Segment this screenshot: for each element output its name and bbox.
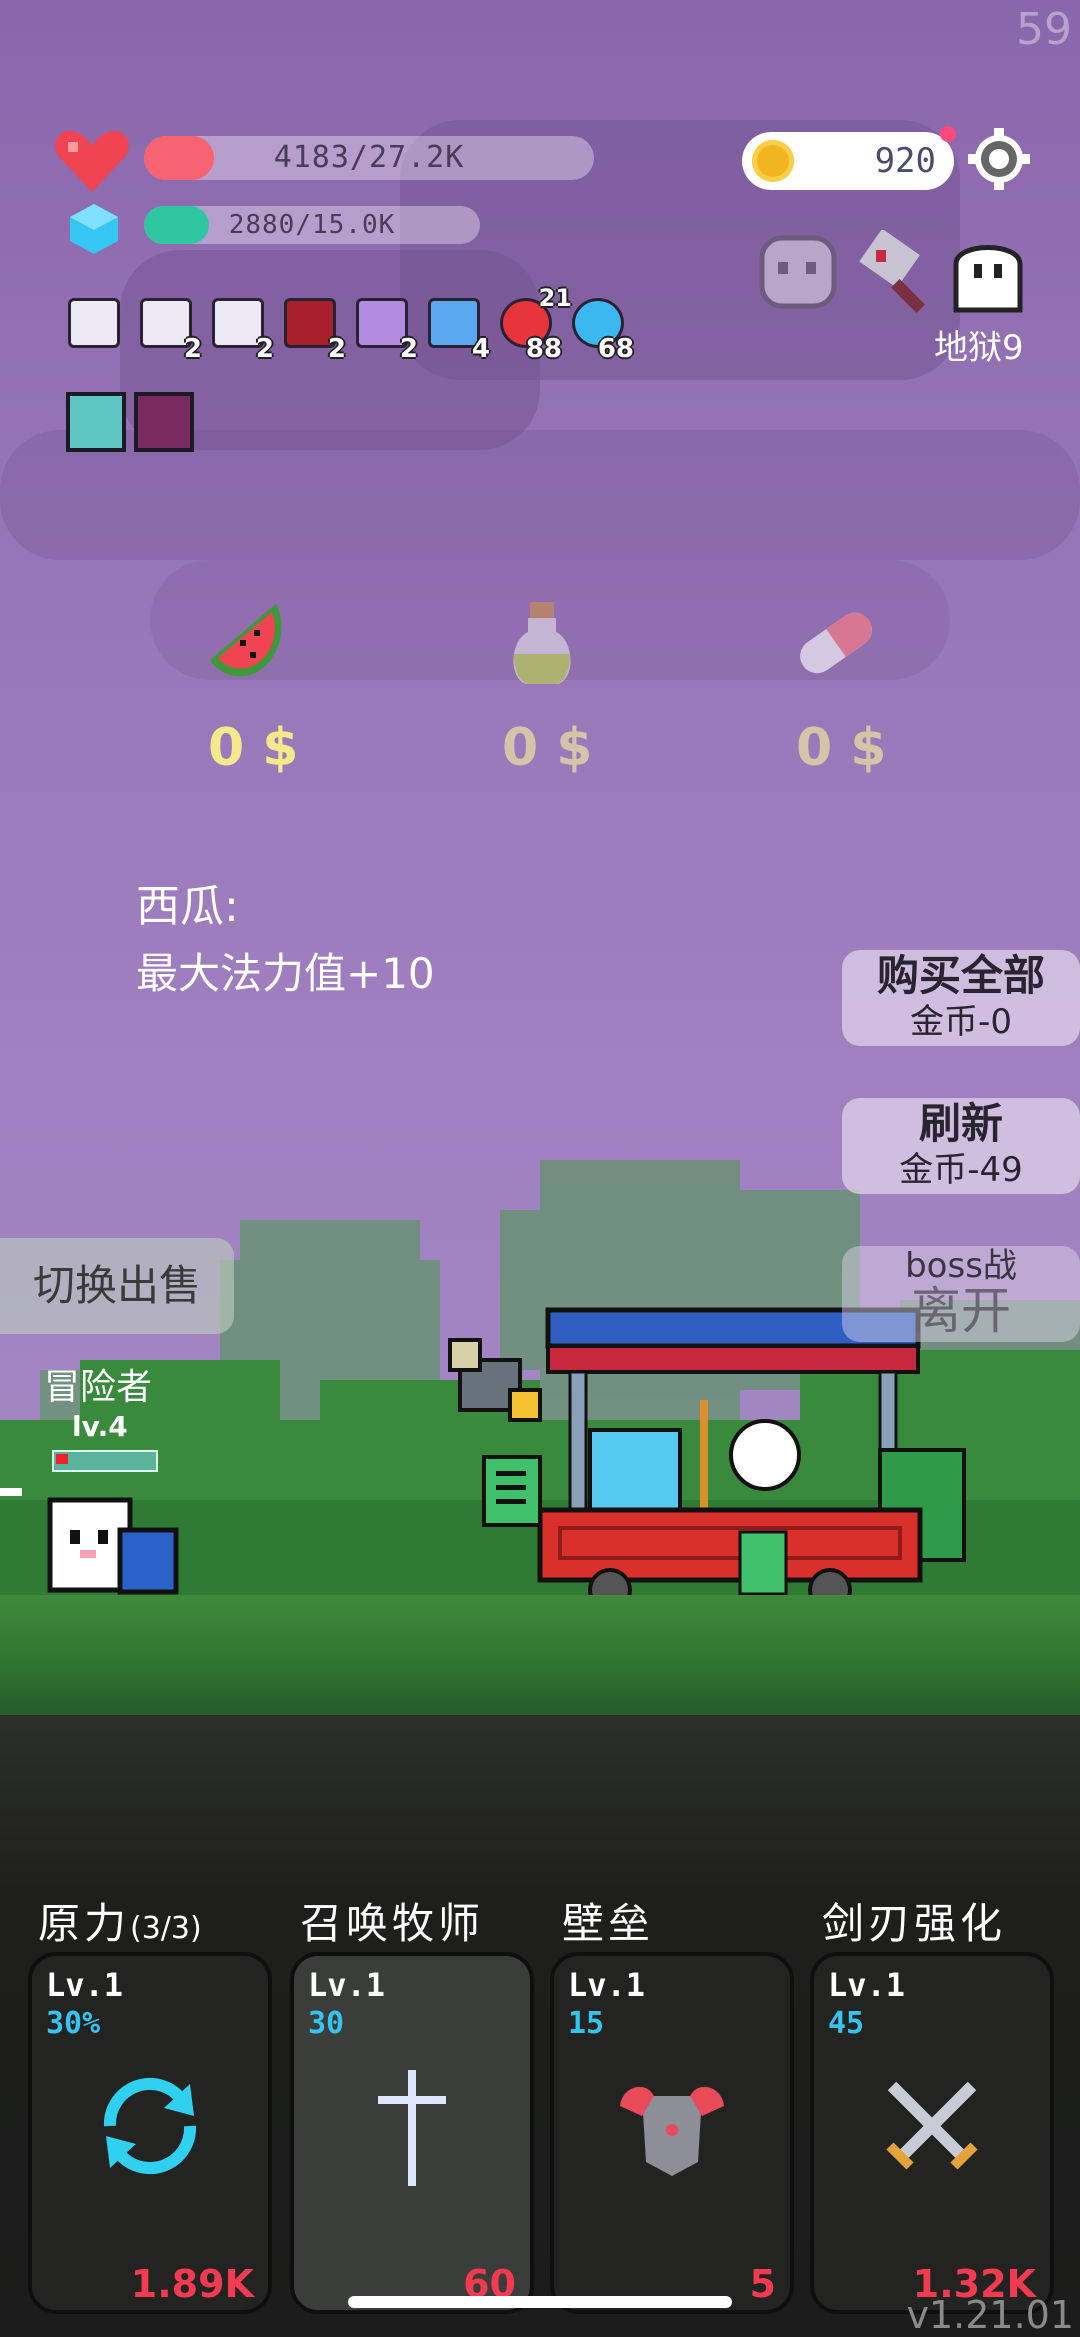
gold-coin-icon xyxy=(752,140,794,182)
buff-count: 88 xyxy=(525,334,562,364)
scroll-icon[interactable]: 2 xyxy=(140,298,202,364)
scroll-icon[interactable]: 2 xyxy=(212,298,274,364)
boss-battle-label: boss战 xyxy=(905,1246,1017,1286)
skill-cost: 5 xyxy=(749,2262,776,2306)
buy-all-button[interactable]: 购买全部 金币-0 xyxy=(842,950,1080,1046)
refresh-cost: 金币-49 xyxy=(899,1150,1023,1190)
crossed-swords-icon xyxy=(886,2081,978,2170)
home-indicator[interactable] xyxy=(348,2296,732,2308)
hell-level-label: 地狱9 xyxy=(934,328,1024,368)
cross-icon xyxy=(378,2070,446,2186)
armor-icon xyxy=(620,2086,724,2176)
star-card-icon[interactable]: 4 xyxy=(428,298,490,364)
gear-icon[interactable] xyxy=(968,128,1030,190)
buff-count: 68 xyxy=(597,334,634,364)
skill-cost: 1.89K xyxy=(130,2262,254,2306)
item-description: 最大法力值+10 xyxy=(136,949,435,998)
hell-ghost-icon xyxy=(953,245,1023,313)
shop-item-price: 0 $ xyxy=(502,718,593,778)
coin-value: 920 xyxy=(874,141,936,181)
cleaver-icon xyxy=(859,230,925,313)
refresh-button[interactable]: 刷新 金币-49 xyxy=(842,1098,1080,1194)
skill-name: 壁垒 xyxy=(562,1899,655,1948)
skill-level: Lv.1 xyxy=(568,1966,646,2004)
apple-icon[interactable]: 88 21 xyxy=(500,284,572,364)
skill-level: Lv.1 xyxy=(46,1966,124,2004)
buff-count: 2 xyxy=(399,334,418,364)
skill-card-blade-enhance[interactable]: Lv.1 45 1.32K xyxy=(810,1952,1054,2314)
shop-item-price: 0 $ xyxy=(208,718,299,778)
grass-strip xyxy=(0,1595,1080,1715)
buff-count: 2 xyxy=(327,334,346,364)
buff-extra-count: 21 xyxy=(538,284,572,312)
skill-name: 召唤牧师 xyxy=(300,1899,485,1948)
mana-bar: 2880/15.0K xyxy=(144,206,480,244)
refresh-label: 刷新 xyxy=(918,1099,1003,1148)
potion-icon[interactable] xyxy=(504,598,580,688)
health-value: 4183/27.2K xyxy=(273,140,465,175)
skill-card-bulwark[interactable]: Lv.1 15 5 xyxy=(550,1952,794,2314)
buy-all-cost: 金币-0 xyxy=(910,1002,1012,1042)
fps-counter: 59 xyxy=(1016,4,1072,55)
buy-all-label: 购买全部 xyxy=(876,951,1045,1000)
buff-count: 4 xyxy=(471,334,490,364)
hero-arrow xyxy=(0,1488,22,1496)
skill-name: 原力(3/3) xyxy=(38,1899,202,1948)
scroll-icon[interactable] xyxy=(68,298,124,354)
leave-button[interactable]: boss战 离开 xyxy=(842,1246,1080,1342)
skill-value: 15 xyxy=(568,2006,605,2041)
item-name: 西瓜: xyxy=(136,881,239,932)
watermelon-icon[interactable] xyxy=(206,600,288,682)
lightbulb-slot-icon[interactable] xyxy=(66,392,126,452)
buff-count: 2 xyxy=(183,334,202,364)
version-label: v1.21.01 xyxy=(906,2293,1074,2337)
health-bar: 4183/27.2K xyxy=(144,136,594,180)
skill-value: 30 xyxy=(308,2006,345,2041)
pet-creature-icon xyxy=(448,1338,542,1422)
demon-helmet-icon[interactable]: 2 xyxy=(284,298,346,364)
skill-value: 45 xyxy=(828,2006,865,2041)
skill-level: Lv.1 xyxy=(308,1966,386,2004)
hero-health-bar xyxy=(52,1450,158,1472)
floating-book-icon xyxy=(482,1455,542,1527)
skill-card-summon-priest[interactable]: Lv.1 30 60 xyxy=(290,1952,534,2314)
skill-level: Lv.1 xyxy=(828,1966,906,2004)
heart-icon xyxy=(55,130,129,192)
shop-item-price: 0 $ xyxy=(796,718,887,778)
buff-count: 2 xyxy=(255,334,274,364)
hero-sprite xyxy=(47,1497,179,1595)
merchant-cart xyxy=(537,1307,966,1610)
demon-slot-icon[interactable] xyxy=(134,392,194,452)
mana-value: 2880/15.0K xyxy=(228,210,396,240)
coin-counter[interactable]: 920 xyxy=(742,126,956,190)
magic-wand-icon[interactable]: 2 xyxy=(356,298,418,364)
skill-name: 剑刃强化 xyxy=(822,1899,1007,1948)
leave-label: 离开 xyxy=(911,1282,1011,1340)
hero-level: lv.4 xyxy=(72,1410,128,1443)
notification-dot xyxy=(940,126,956,142)
hero-name: 冒险者 xyxy=(44,1367,153,1408)
skill-value: 30% xyxy=(46,2006,101,2041)
chat-bubble-icon[interactable]: 68 xyxy=(572,298,634,364)
pill-icon[interactable] xyxy=(790,600,882,686)
mana-gem-icon xyxy=(70,204,118,254)
switch-sell-button[interactable]: 切换出售 xyxy=(0,1238,234,1334)
ghost-portrait-icon xyxy=(759,235,837,309)
skill-card-force[interactable]: Lv.1 30% 1.89K xyxy=(28,1952,272,2314)
refresh-cycle-icon xyxy=(103,2077,197,2175)
